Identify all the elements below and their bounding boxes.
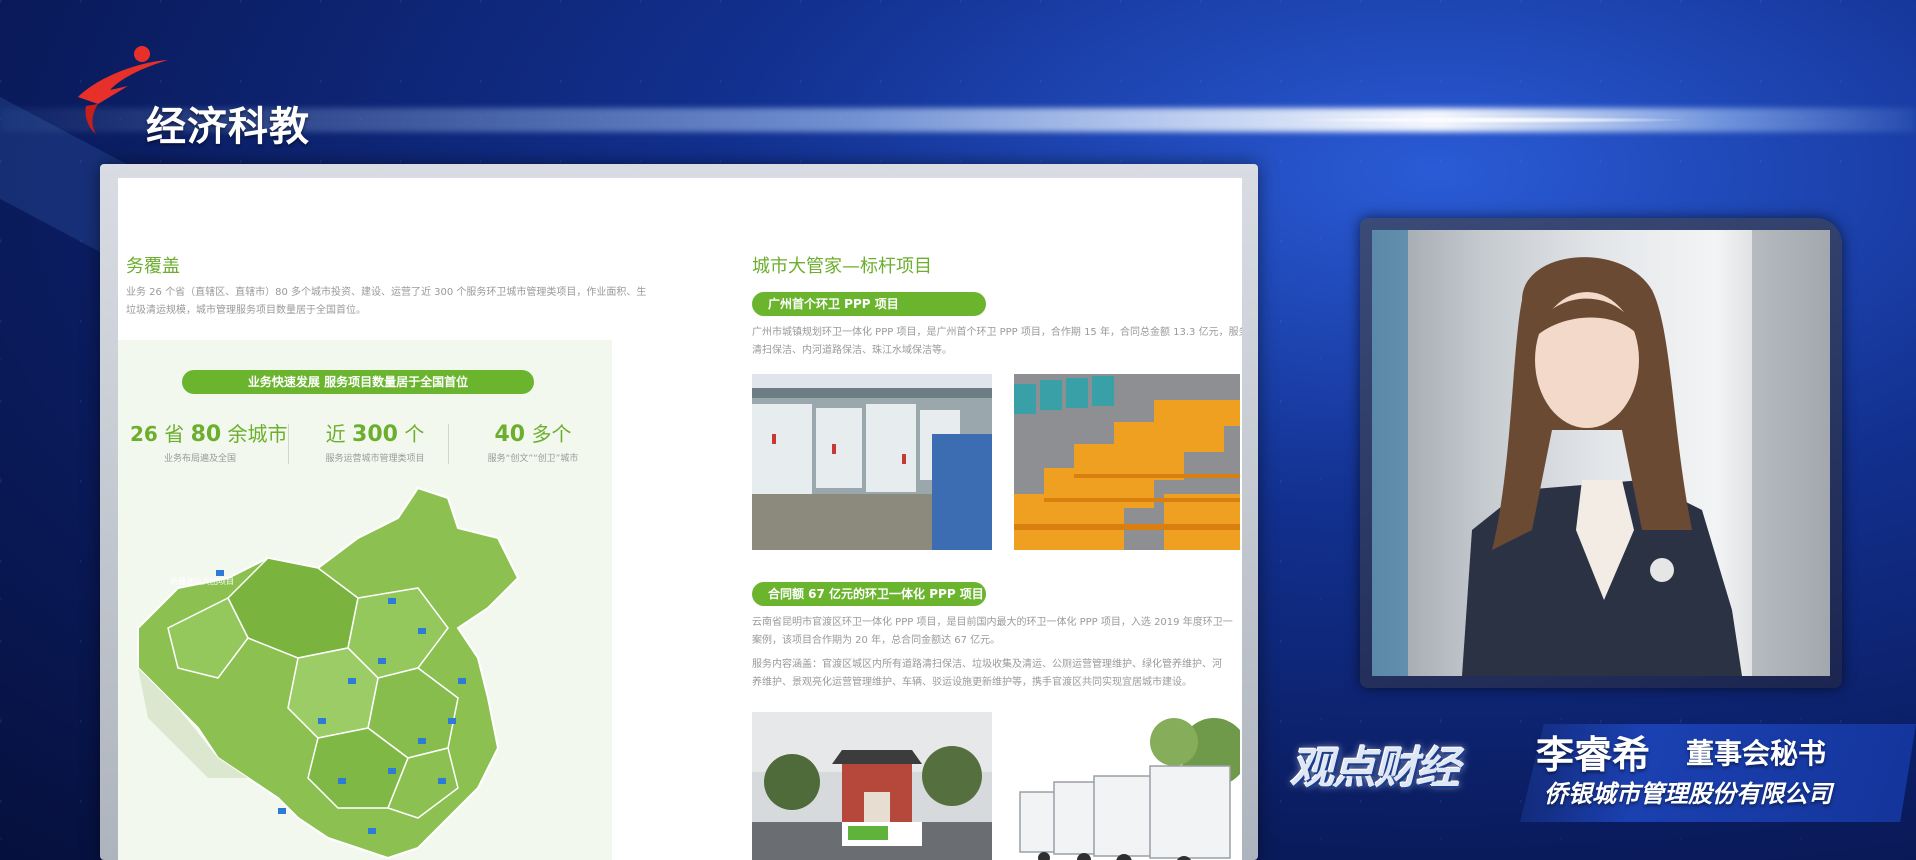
presenter-video-frame xyxy=(1360,218,1842,688)
project1-line-2: 清扫保洁、内河道路保洁、珠江水域保洁等。 xyxy=(752,345,952,356)
presenter-video xyxy=(1372,230,1830,676)
photo-archway-street xyxy=(752,712,992,860)
project2-line-3: 服务内容涵盖：官渡区城区内所有道路清扫保洁、垃圾收集及清运、公厕运营管理维护、绿… xyxy=(752,659,1222,670)
right-section-title: 城市大管家—标杆项目 xyxy=(752,256,932,277)
guest-company: 侨银城市管理股份有限公司 xyxy=(1544,780,1832,808)
stat-projects: 近 300 个 服务运营城市管理类项目 xyxy=(325,422,425,464)
china-map: 新疆建设兵团项目 xyxy=(137,486,520,860)
project2-pill: 合同额 67 亿元的环卫一体化 PPP 项目 xyxy=(752,582,986,606)
stat-civilized-cities: 40 多个 服务“创文”“创卫”城市 xyxy=(487,422,579,464)
program-logo: 观点财经 xyxy=(1290,743,1460,794)
lower-third: 观点财经 李睿希 董事会秘书 侨银城市管理股份有限公司 xyxy=(1280,710,1916,826)
presenter-figure xyxy=(1372,230,1830,676)
left-section-title: 务覆盖 xyxy=(126,256,180,277)
photo-white-trucks xyxy=(1014,712,1240,860)
project1-line-1: 广州市城镇规划环卫一体化 PPP 项目，是广州首个环卫 PPP 项目，合作期 1… xyxy=(752,327,1242,338)
channel-name: 经济科教 xyxy=(146,104,310,150)
project1-pill: 广州首个环卫 PPP 项目 xyxy=(752,292,986,316)
stat-divider xyxy=(288,424,289,464)
project2-line-1: 云南省昆明市官渡区环卫一体化 PPP 项目，是目前国内最大的环卫一体化 PPP … xyxy=(752,617,1233,628)
left-intro-line-1: 业务 26 个省（直辖区、直辖市）80 多个城市投资、建设、运营了近 300 个… xyxy=(126,287,647,298)
document-page: 务覆盖 业务 26 个省（直辖区、直辖市）80 多个城市投资、建设、运营了近 3… xyxy=(118,178,1242,860)
document-frame: 务覆盖 业务 26 个省（直辖区、直辖市）80 多个城市投资、建设、运营了近 3… xyxy=(100,164,1258,860)
channel-logo: 经济科教 xyxy=(68,42,348,150)
photo-orange-trucks xyxy=(1014,374,1240,550)
photo-cleaning-boats xyxy=(752,374,992,550)
stat-divider xyxy=(448,424,449,464)
left-intro-line-2: 垃圾清运规模，城市管理服务项目数量居于全国首位。 xyxy=(126,305,366,316)
map-label-xinjiang: 新疆建设兵团项目 xyxy=(170,576,234,586)
stat-provinces-cities: 26 省 80 余城市 业务布局遍及全国 xyxy=(130,422,288,464)
light-flare xyxy=(1300,117,1680,123)
coverage-banner: 业务快速发展 服务项目数量居于全国首位 xyxy=(182,370,534,394)
guest-title: 董事会秘书 xyxy=(1686,737,1827,770)
project2-line-2: 案例，该项目合作期为 20 年，总合同金额达 67 亿元。 xyxy=(752,635,1001,646)
guest-name: 李睿希 xyxy=(1536,733,1651,777)
project2-line-4: 养维护、景观亮化运营管理维护、车辆、驳运设施更新维护等，携手官渡区共同实现宜居城… xyxy=(752,677,1192,688)
